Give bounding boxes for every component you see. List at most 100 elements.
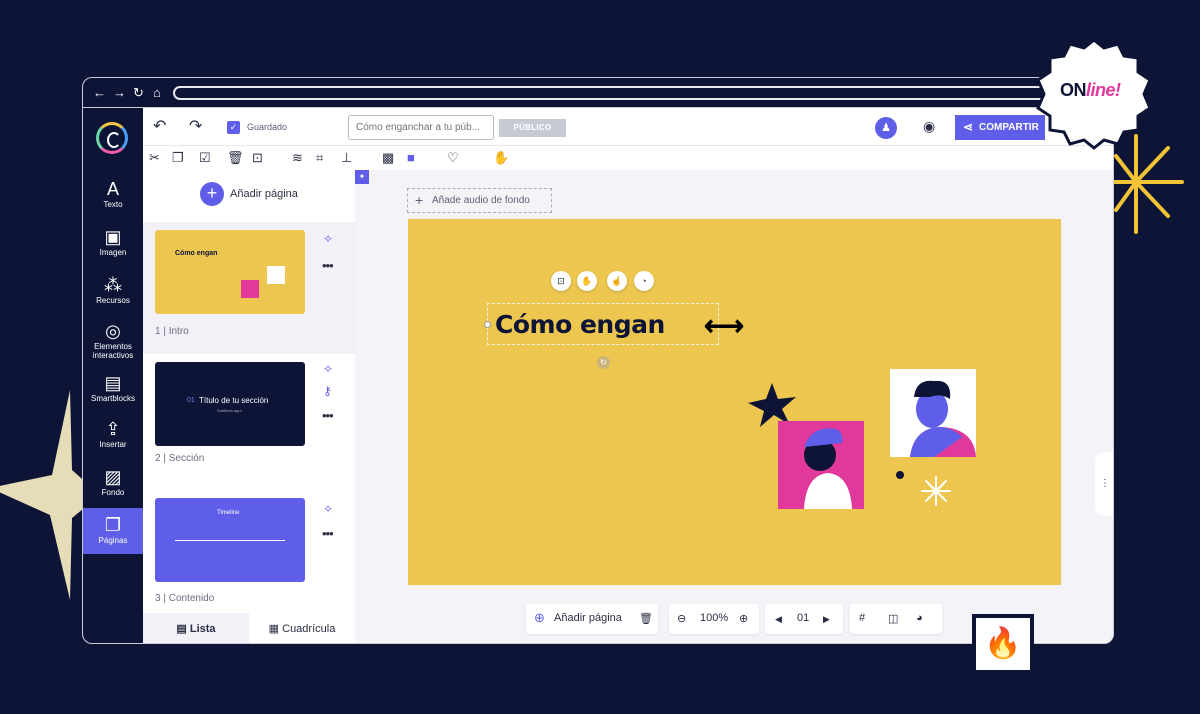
spiky-star-shape [748,383,796,427]
rail-item-imagen[interactable]: ▣ Imagen [83,226,143,260]
layers-icon[interactable]: ≋ [292,150,303,165]
slide-title[interactable]: Cómo engan [495,310,665,339]
people-illustration [748,369,976,509]
interactive-icon: ◎ [105,321,121,341]
magic-wand-icon[interactable]: ✧ [323,232,333,246]
interaction-icon[interactable]: ☝ [607,271,627,291]
thumb-title: Cómo engan [175,250,218,257]
slide-title-box[interactable]: Cómo engan [484,303,719,345]
bottom-add-page-group: ⊕ Añadir página 🗑 [526,604,658,634]
rail-item-elementos-interactivos[interactable]: ◎ Elementos interactivos [83,320,143,362]
rail-item-fondo[interactable]: ▨ Fondo [83,466,143,500]
animation-icon[interactable]: ◔ [634,271,654,291]
add-collaborator-icon[interactable]: ♟ [875,117,897,139]
rail-item-texto[interactable]: A Texto [83,178,143,212]
tab-grid[interactable]: ▦ Cuadrícula [249,613,355,643]
undo-icon[interactable]: ↶ [153,118,166,136]
copy-icon[interactable]: ❐ [172,150,184,165]
lock-icon[interactable]: ⊡ [551,271,571,291]
app-logo-icon[interactable] [96,122,128,154]
image-icon: ▣ [104,227,122,247]
delete-icon[interactable]: 🗑 [639,612,653,625]
rail-item-smartblocks[interactable]: ▤ Smartblocks [83,372,143,406]
lock-icon[interactable]: ⊡ [252,150,263,165]
color-fill-icon[interactable]: ■ [407,150,415,165]
page-navigator: ◀ 01 ▶ [765,604,843,634]
rotate-icon[interactable]: ↻ [597,356,610,369]
share-button[interactable]: ⋖ COMPARTIR [955,115,1045,140]
page-thumbnail[interactable]: 01 Título de tu sección Subtítulo aquí [155,362,305,446]
delete-icon[interactable]: 🗑 [227,150,244,165]
zoom-in-icon[interactable]: ⊕ [739,612,748,625]
online-badge-script: line! [1086,80,1121,100]
more-options-icon[interactable]: ••• [322,526,334,541]
prev-page-icon[interactable]: ◀ [775,614,782,625]
side-drawer-toggle[interactable]: ⋮ [1095,452,1113,516]
grid-guides-icon[interactable]: # [859,612,865,624]
crop-icon[interactable]: ⌗ [316,150,323,165]
slide-canvas[interactable]: ⊡ ✋ ☝ ◔ Cómo engan ↻ ⟷ [408,219,1061,585]
select-icon[interactable]: ☑ [199,150,211,165]
cut-icon[interactable]: ✂ [149,150,160,165]
plus-circle-icon[interactable]: ⊕ [534,610,545,626]
left-rail: A Texto ▣ Imagen ⁂ Recursos ◎ Elementos … [83,108,143,643]
palette-icon[interactable]: ◕ [916,612,923,624]
presentation-title-input[interactable] [348,115,494,140]
rail-item-paginas[interactable]: ❐ Páginas [83,508,143,554]
current-page-number: 01 [797,612,810,624]
page-card-3[interactable]: Timeline 3 | Contenido ✧ ••• [143,496,355,616]
pin-icon[interactable]: ✦ [355,170,369,184]
resize-handle[interactable] [484,321,491,328]
share-icon: ⋖ [963,120,974,134]
hand-icon[interactable]: ✋ [577,271,597,291]
page-thumbnail[interactable]: Timeline [155,498,305,582]
animation-icon[interactable]: ♡ [447,150,459,165]
next-page-icon[interactable]: ▶ [823,614,830,625]
page-card-2[interactable]: 01 Título de tu sección Subtítulo aquí 2… [143,360,355,490]
hand-icon[interactable]: ✋ [493,150,509,165]
thumb-illustration [267,266,285,284]
preview-eye-icon[interactable]: ◉ [923,118,935,135]
home-icon[interactable]: ⌂ [153,85,161,100]
insert-icon: ⇪ [105,419,121,439]
background-icon: ▨ [104,467,122,487]
thumb-title: Título de tu sección [199,396,269,405]
tab-list-label: Lista [189,623,216,635]
rail-item-insertar[interactable]: ⇪ Insertar [83,418,143,452]
rail-item-recursos[interactable]: ⁂ Recursos [83,274,143,308]
align-icon[interactable]: ⊥ [341,150,352,165]
app-window: ← → ↻ ⌂ A Texto ▣ Imagen ⁂ Recursos ◎ El… [82,77,1114,644]
page-thumbnail[interactable]: Cómo engan [155,230,305,314]
add-audio-label: Añade audio de fondo [432,195,530,206]
magic-wand-icon[interactable]: ✧ [323,362,333,376]
magic-wand-icon[interactable]: ✧ [323,502,333,516]
url-bar[interactable] [173,86,1113,100]
tab-list[interactable]: ▤ Lista [143,613,249,643]
text-icon: A [106,179,119,199]
page-card-1[interactable]: Cómo engan 1 | Intro ✧ ••• [143,222,355,354]
key-icon[interactable]: ⚷ [323,384,332,398]
more-options-icon[interactable]: ••• [322,258,334,273]
thumb-title: Timeline [217,510,240,516]
page-label: 1 | Intro [155,326,189,337]
add-audio-button[interactable]: + Añade audio de fondo [407,188,552,213]
page-label: 3 | Contenido [155,593,215,604]
page-label: 2 | Sección [155,453,205,464]
redo-icon[interactable]: ↷ [189,118,202,136]
layout-icon[interactable]: ◫ [888,612,898,625]
forward-icon[interactable]: → [113,85,126,100]
pages-icon: ❐ [104,515,122,535]
zoom-out-icon[interactable]: ⊖ [677,612,686,625]
more-options-icon[interactable]: ••• [322,408,334,423]
back-icon[interactable]: ← [93,85,106,100]
rail-item-label: Páginas [98,536,128,545]
online-badge-strong: ON [1060,80,1087,100]
public-button[interactable]: PÚBLICO [499,119,566,137]
bottom-add-page-button[interactable]: Añadir página [554,612,622,624]
thumb-subtitle: Subtítulo aquí [217,408,242,413]
tab-grid-label: Cuadrícula [282,623,336,635]
transparency-icon[interactable]: ▩ [382,150,394,165]
plus-icon: + [200,182,224,206]
reload-icon[interactable]: ↻ [133,85,144,100]
rail-item-label: Imagen [99,248,127,257]
